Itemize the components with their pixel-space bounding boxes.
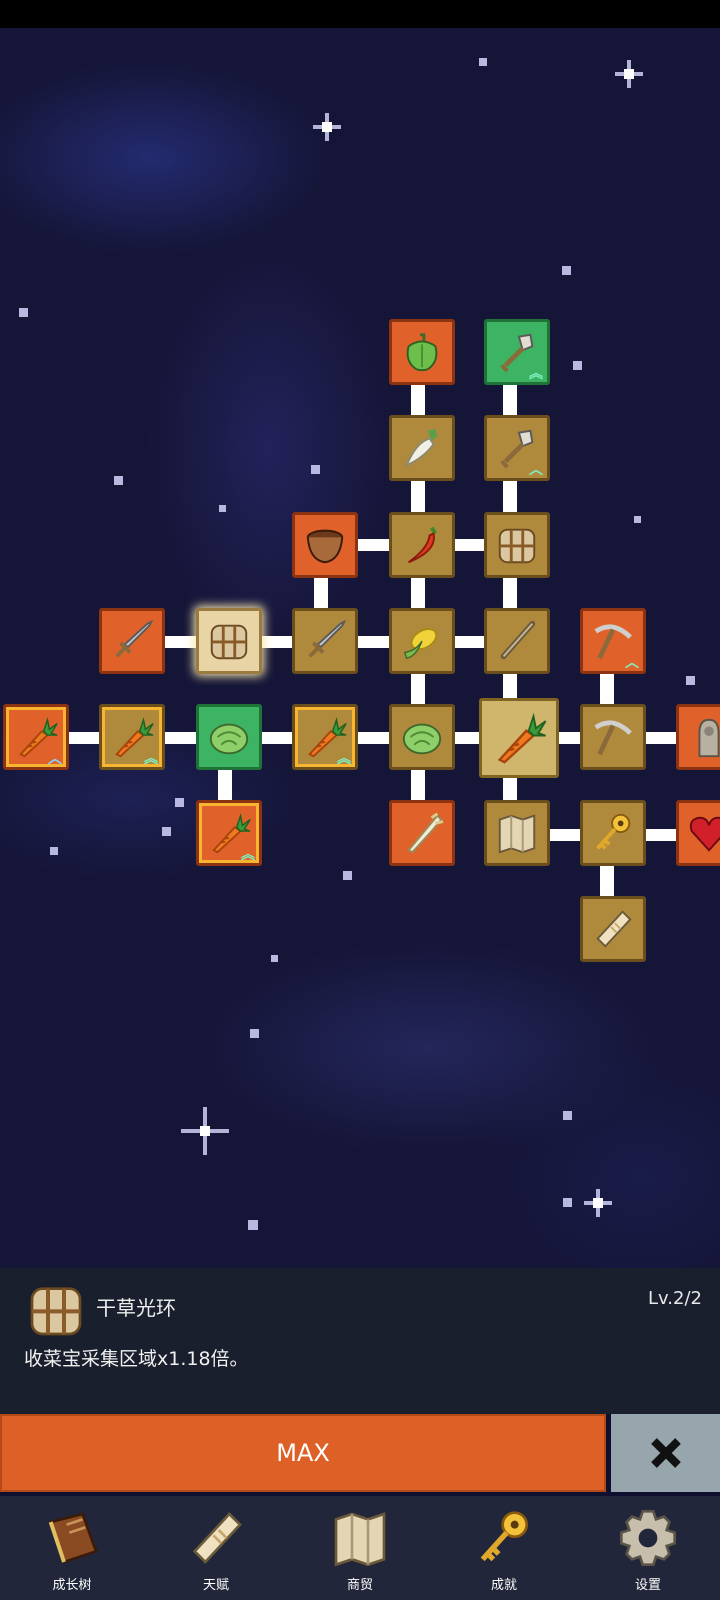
radish-icon bbox=[399, 425, 445, 471]
skill-node-shovel[interactable]: ︽ bbox=[484, 319, 550, 385]
nav-item-trade[interactable]: 商贸 bbox=[288, 1496, 432, 1600]
map-icon bbox=[328, 1506, 392, 1570]
skill-node-carrot[interactable]: ︽ bbox=[196, 800, 262, 866]
close-icon bbox=[650, 1438, 681, 1468]
skill-title: 干草光环 bbox=[96, 1296, 176, 1320]
map-icon bbox=[494, 810, 540, 856]
skill-node-hay-bale-selected[interactable] bbox=[196, 608, 262, 674]
skill-node-sword[interactable] bbox=[292, 608, 358, 674]
skill-node-carrot-center[interactable] bbox=[479, 698, 559, 778]
gear-icon bbox=[616, 1506, 680, 1570]
skill-node-chili[interactable] bbox=[389, 512, 455, 578]
skill-node-carrot[interactable]: ︽ bbox=[99, 704, 165, 770]
nav-label: 设置 bbox=[634, 1578, 661, 1593]
pickaxe-icon bbox=[590, 714, 636, 760]
hay-bale-icon bbox=[494, 522, 540, 568]
nav-item-achievements[interactable]: 成就 bbox=[432, 1496, 576, 1600]
skill-node-radish[interactable] bbox=[389, 415, 455, 481]
skill-node-carrot[interactable]: ︿ bbox=[3, 704, 69, 770]
scroll-icon bbox=[590, 906, 636, 952]
heart-icon bbox=[686, 810, 720, 856]
skill-node-stick[interactable] bbox=[484, 608, 550, 674]
skill-description: 收菜宝采集区域x1.18倍。 bbox=[24, 1348, 249, 1370]
book-icon bbox=[40, 1506, 104, 1570]
carrot-icon bbox=[490, 709, 548, 767]
nav-item-talent[interactable]: 天赋 bbox=[144, 1496, 288, 1600]
statue-icon bbox=[686, 714, 720, 760]
sword-icon bbox=[109, 618, 155, 664]
skill-node-bell-pepper[interactable] bbox=[389, 319, 455, 385]
skill-node-shovel[interactable]: ︿ bbox=[484, 415, 550, 481]
corn-icon bbox=[399, 618, 445, 664]
cabbage-icon bbox=[399, 714, 445, 760]
chili-icon bbox=[399, 522, 445, 568]
nav-label: 成就 bbox=[490, 1578, 517, 1593]
skill-node-cabbage[interactable] bbox=[196, 704, 262, 770]
skill-node-map[interactable] bbox=[484, 800, 550, 866]
max-button-label: MAX bbox=[276, 1439, 330, 1467]
nav-item-growth-tree[interactable]: 成长树 bbox=[0, 1496, 144, 1600]
skill-level: Lv.2/2 bbox=[648, 1288, 702, 1309]
skill-node-pickaxe[interactable]: ︿ bbox=[580, 608, 646, 674]
stick-icon bbox=[494, 618, 540, 664]
cabbage-icon bbox=[206, 714, 252, 760]
hay-bale-icon bbox=[206, 618, 252, 664]
nav-label: 商贸 bbox=[346, 1578, 373, 1593]
skill-info-panel: 干草光环 Lv.2/2 收菜宝采集区域x1.18倍。 bbox=[0, 1268, 720, 1414]
bowl-icon bbox=[302, 522, 348, 568]
skill-node-heart[interactable] bbox=[676, 800, 720, 866]
skill-node-scroll[interactable] bbox=[580, 896, 646, 962]
skill-node-key[interactable] bbox=[580, 800, 646, 866]
leek-icon bbox=[399, 810, 445, 856]
nav-item-settings[interactable]: 设置 bbox=[576, 1496, 720, 1600]
bell-pepper-icon bbox=[399, 329, 445, 375]
key-icon bbox=[472, 1506, 536, 1570]
nav-label: 天赋 bbox=[202, 1578, 229, 1593]
sword-icon bbox=[302, 618, 348, 664]
close-button[interactable] bbox=[611, 1414, 720, 1492]
max-button[interactable]: MAX bbox=[0, 1414, 606, 1492]
hay-bale-icon bbox=[24, 1278, 88, 1342]
skill-node-corn[interactable] bbox=[389, 608, 455, 674]
nav-label: 成长树 bbox=[52, 1578, 92, 1593]
scroll-icon bbox=[184, 1506, 248, 1570]
skill-node-carrot[interactable]: ︽ bbox=[292, 704, 358, 770]
skill-node-cabbage[interactable] bbox=[389, 704, 455, 770]
skill-node-pickaxe[interactable] bbox=[580, 704, 646, 770]
skill-node-sword[interactable] bbox=[99, 608, 165, 674]
skill-node-statue[interactable] bbox=[676, 704, 720, 770]
skill-node-bowl[interactable] bbox=[292, 512, 358, 578]
bottom-nav: 成长树 天赋 商贸 成就 设置 bbox=[0, 1496, 720, 1600]
skill-node-hay-bale[interactable] bbox=[484, 512, 550, 578]
key-icon bbox=[590, 810, 636, 856]
status-bar bbox=[0, 0, 720, 28]
skill-node-leek[interactable] bbox=[389, 800, 455, 866]
